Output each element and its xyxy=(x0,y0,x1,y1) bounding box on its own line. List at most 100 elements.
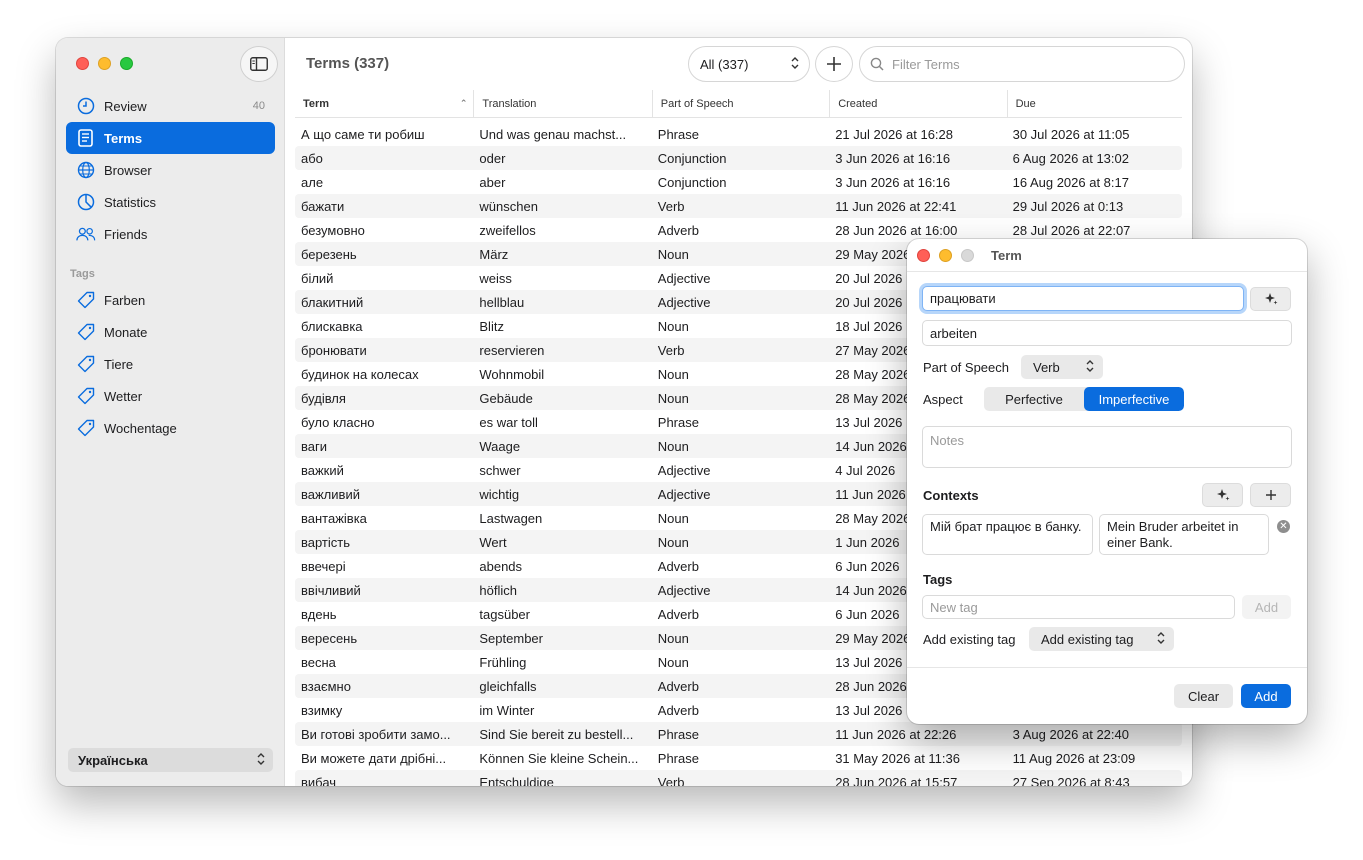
table-row[interactable]: Ви можете дати дрібні... Können Sie klein… xyxy=(295,746,1182,770)
sidebar-item-label: Review xyxy=(104,98,147,114)
tag-icon xyxy=(76,322,96,342)
language-select[interactable]: Українська xyxy=(68,748,273,772)
table-row[interactable]: бажати wünschen Verb 11 Jun 2026 at 22:41 29… xyxy=(295,194,1182,218)
table-cell: schwer xyxy=(479,462,521,478)
close-button[interactable] xyxy=(76,57,89,70)
table-cell: 31 May 2026 at 11:36 xyxy=(835,750,960,766)
sidebar: Review 40 Terms Browser Statistics Frien… xyxy=(56,38,285,786)
part-of-speech-select[interactable]: Verb xyxy=(1021,355,1103,379)
table-cell: Können Sie kleine Schein... xyxy=(479,750,639,766)
generate-context-button[interactable] xyxy=(1202,483,1243,507)
table-cell: А що саме ти робиш xyxy=(301,126,425,142)
table-cell: 3 Jun 2026 at 16:16 xyxy=(835,150,951,166)
tags-section-label: Tags xyxy=(70,268,95,280)
table-cell: Phrase xyxy=(657,726,699,742)
table-cell: 30 Jul 2026 at 11:05 xyxy=(1012,126,1130,142)
translation-input[interactable]: arbeiten xyxy=(922,320,1292,346)
sidebar-item-statistics[interactable]: Statistics xyxy=(66,186,275,218)
table-cell: Adjective xyxy=(657,294,711,310)
sidebar-item-terms[interactable]: Terms xyxy=(66,122,275,154)
plus-icon xyxy=(827,57,841,71)
term-filter-select[interactable]: All (337) xyxy=(688,46,810,82)
table-cell: Sind Sie bereit zu bestell... xyxy=(479,726,634,742)
table-row[interactable]: А що саме ти робиш Und was genau machst..… xyxy=(295,122,1182,146)
close-button[interactable] xyxy=(917,249,930,262)
clock-icon xyxy=(76,96,96,116)
minimize-button[interactable] xyxy=(98,57,111,70)
window-controls xyxy=(917,249,974,262)
table-cell: Gebäude xyxy=(479,390,533,406)
add-button[interactable]: Add xyxy=(1241,684,1291,708)
sidebar-item-review[interactable]: Review 40 xyxy=(66,90,275,122)
generate-translation-button[interactable] xyxy=(1250,287,1291,311)
existing-tag-select[interactable]: Add existing tag xyxy=(1029,627,1174,651)
notes-textarea[interactable]: Notes xyxy=(922,426,1292,468)
new-tag-placeholder: New tag xyxy=(930,600,978,615)
pie-chart-icon xyxy=(76,192,96,212)
sidebar-item-friends[interactable]: Friends xyxy=(66,218,275,250)
table-cell: Noun xyxy=(657,366,689,382)
table-cell: Und was genau machst... xyxy=(479,126,627,142)
table-cell: zweifellos xyxy=(479,222,536,238)
aspect-option-imperfective[interactable]: Imperfective xyxy=(1084,387,1184,411)
remove-context-icon[interactable]: ✕ xyxy=(1277,520,1290,533)
table-cell: вибач xyxy=(301,774,337,787)
add-context-button[interactable] xyxy=(1250,483,1291,507)
sidebar-item-tag-wochentage[interactable]: Wochentage xyxy=(66,412,275,444)
language-value: Українська xyxy=(78,752,148,768)
sidebar-item-tag-farben[interactable]: Farben xyxy=(66,284,275,316)
table-cell: важкий xyxy=(301,462,344,478)
table-cell: Adjective xyxy=(657,486,711,502)
table-cell: блакитний xyxy=(301,294,364,310)
table-cell: es war toll xyxy=(479,414,538,430)
sidebar-toggle-button[interactable] xyxy=(240,46,278,82)
table-cell: 27 Sep 2026 at 8:43 xyxy=(1012,774,1130,787)
column-header-created[interactable]: Created xyxy=(829,90,1006,117)
context-target-field[interactable]: Mein Bruder arbeitet in einer Bank. xyxy=(1099,514,1269,555)
table-cell: Wert xyxy=(479,534,507,550)
context-source-text: Мій брат працює в банку. xyxy=(930,519,1082,534)
globe-icon xyxy=(76,160,96,180)
table-cell: 16 Aug 2026 at 8:17 xyxy=(1012,174,1129,190)
table-cell: Adverb xyxy=(657,222,699,238)
table-cell: важливий xyxy=(301,486,360,502)
minimize-button[interactable] xyxy=(939,249,952,262)
sparkles-icon xyxy=(1216,489,1229,501)
search-field[interactable]: Filter Terms xyxy=(859,46,1185,82)
book-icon xyxy=(76,128,96,148)
column-header-term[interactable]: Term ⌃ xyxy=(295,90,473,117)
table-cell: 11 Aug 2026 at 23:09 xyxy=(1012,750,1136,766)
column-label: Term xyxy=(303,97,330,110)
search-icon xyxy=(870,57,884,71)
sidebar-item-tag-wetter[interactable]: Wetter xyxy=(66,380,275,412)
add-term-button[interactable] xyxy=(815,46,853,82)
add-tag-button[interactable]: Add xyxy=(1242,595,1291,619)
new-tag-input[interactable]: New tag xyxy=(922,595,1235,619)
page-title: Terms (337) xyxy=(306,55,390,72)
sidebar-item-tag-monate[interactable]: Monate xyxy=(66,316,275,348)
table-cell: höflich xyxy=(479,582,517,598)
table-row[interactable]: вибач Entschuldige Verb 28 Jun 2026 at 15:5… xyxy=(295,770,1182,786)
notes-placeholder: Notes xyxy=(930,433,964,448)
table-cell: Ви готові зробити замо... xyxy=(301,726,451,742)
sidebar-item-label: Farben xyxy=(104,292,146,308)
table-row[interactable]: або oder Conjunction 3 Jun 2026 at 16:16 6 A… xyxy=(295,146,1182,170)
sidebar-item-browser[interactable]: Browser xyxy=(66,154,275,186)
table-header: Term ⌃ Translation Part of Speech Create… xyxy=(295,90,1182,118)
context-source-field[interactable]: Мій брат працює в банку. xyxy=(922,514,1093,555)
table-row[interactable]: Ви готові зробити замо... Sind Sie bereit… xyxy=(295,722,1182,746)
zoom-button[interactable] xyxy=(120,57,133,70)
plus-icon xyxy=(1265,490,1276,500)
table-cell: березень xyxy=(301,246,357,262)
clear-button[interactable]: Clear xyxy=(1174,684,1233,708)
table-row[interactable]: але aber Conjunction 3 Jun 2026 at 16:16 16 … xyxy=(295,170,1182,194)
column-header-translation[interactable]: Translation xyxy=(473,90,651,117)
aspect-option-perfective[interactable]: Perfective xyxy=(984,387,1084,411)
column-header-due[interactable]: Due xyxy=(1006,90,1182,117)
column-header-part-of-speech[interactable]: Part of Speech xyxy=(651,90,829,117)
table-cell: Conjunction xyxy=(657,174,727,190)
sidebar-item-tag-tiere[interactable]: Tiere xyxy=(66,348,275,380)
table-cell: або xyxy=(301,150,323,166)
table-cell: 11 Jun 2026 at 22:41 xyxy=(835,198,957,214)
term-input[interactable]: працювати xyxy=(922,286,1244,311)
